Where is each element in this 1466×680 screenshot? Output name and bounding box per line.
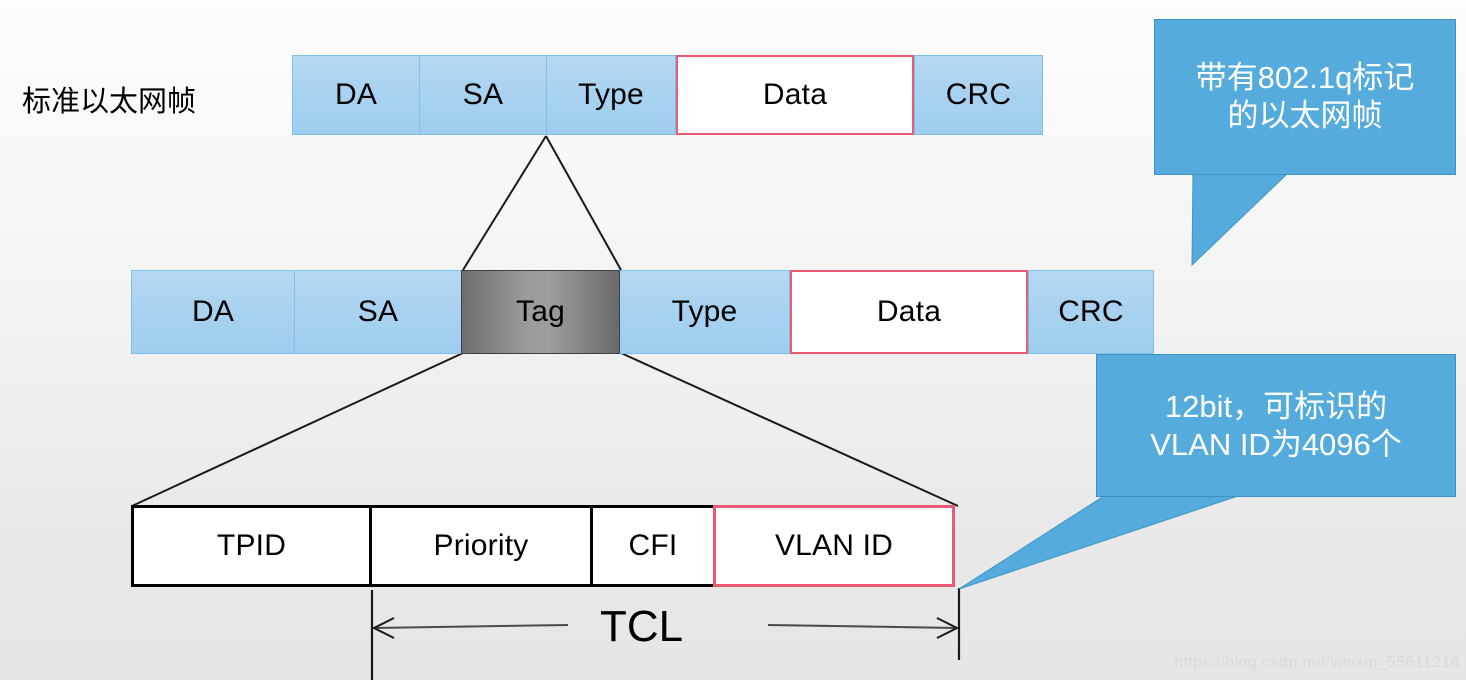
connector-line-bottom-right (620, 352, 959, 507)
callout-tail-vlan-id (958, 495, 1239, 590)
frame-cell-crc[interactable]: CRC (914, 55, 1043, 135)
callout-vlan-id-text: 12bit，可标识的 VLAN ID为4096个 (1150, 388, 1402, 462)
frame-cell-label: CRC (945, 78, 1012, 111)
tagged-cell-da[interactable]: DA (131, 270, 295, 354)
frame-cell-label: DA (191, 295, 235, 328)
frame-cell-data[interactable]: Data (676, 55, 914, 135)
frame-cell-label: CRC (1058, 295, 1124, 328)
frame-cell-label: Data (876, 295, 942, 328)
frame-cell-label: SA (462, 78, 504, 111)
callout-vlan-id[interactable]: 12bit，可标识的 VLAN ID为4096个 (1096, 354, 1456, 497)
dimension-arrow-left (371, 617, 569, 639)
tagged-cell-data[interactable]: Data (790, 270, 1028, 354)
tag-detail-cell-vlan-id[interactable]: VLAN ID (713, 505, 955, 587)
tag-detail-row: TPID Priority CFI VLAN ID (131, 505, 955, 587)
frame-cell-label: Data (762, 78, 828, 111)
callout-tagged-frame-text: 带有802.1q标记 的以太网帧 (1195, 60, 1415, 133)
diagram-canvas: 标准以太网帧 DA SA Type Data CRC DA SA Tag Typ… (0, 0, 1466, 680)
dimension-arrow-right (767, 617, 960, 639)
tag-detail-label: Priority (433, 529, 529, 562)
connector-line-top-right (545, 135, 622, 271)
frame-cell-label: Type (578, 78, 644, 111)
tag-detail-cell-cfi[interactable]: CFI (590, 505, 716, 587)
tagged-cell-tag[interactable]: Tag (461, 270, 620, 354)
standard-frame-caption: 标准以太网帧 (22, 86, 197, 118)
connector-line-top-left (462, 135, 547, 271)
tcl-dimension-label: TCL (600, 602, 684, 651)
frame-cell-sa[interactable]: SA (419, 55, 547, 135)
tag-detail-label: VLAN ID (774, 529, 894, 562)
frame-cell-label: Type (671, 295, 738, 328)
tag-detail-label: CFI (628, 529, 678, 562)
tag-detail-cell-tpid[interactable]: TPID (131, 505, 372, 587)
connector-line-bottom-left (131, 352, 464, 507)
tagged-cell-crc[interactable]: CRC (1028, 270, 1154, 354)
frame-cell-label: Tag (516, 295, 565, 328)
frame-cell-da[interactable]: DA (292, 55, 420, 135)
tag-detail-cell-priority[interactable]: Priority (369, 505, 593, 587)
callout-tail-tagged-frame (1191, 173, 1289, 267)
tag-detail-label: TPID (216, 529, 287, 562)
tagged-cell-sa[interactable]: SA (294, 270, 462, 354)
standard-frame-row: DA SA Type Data CRC (292, 55, 1043, 135)
frame-cell-label: DA (334, 78, 378, 111)
watermark: https://blog.csdn.net/weixin_55611216 (1174, 654, 1460, 671)
frame-cell-label: SA (357, 295, 399, 328)
tagged-cell-type[interactable]: Type (619, 270, 790, 354)
tagged-frame-row: DA SA Tag Type Data CRC (131, 270, 1154, 354)
frame-cell-type[interactable]: Type (546, 55, 676, 135)
callout-tagged-frame[interactable]: 带有802.1q标记 的以太网帧 (1154, 19, 1456, 175)
